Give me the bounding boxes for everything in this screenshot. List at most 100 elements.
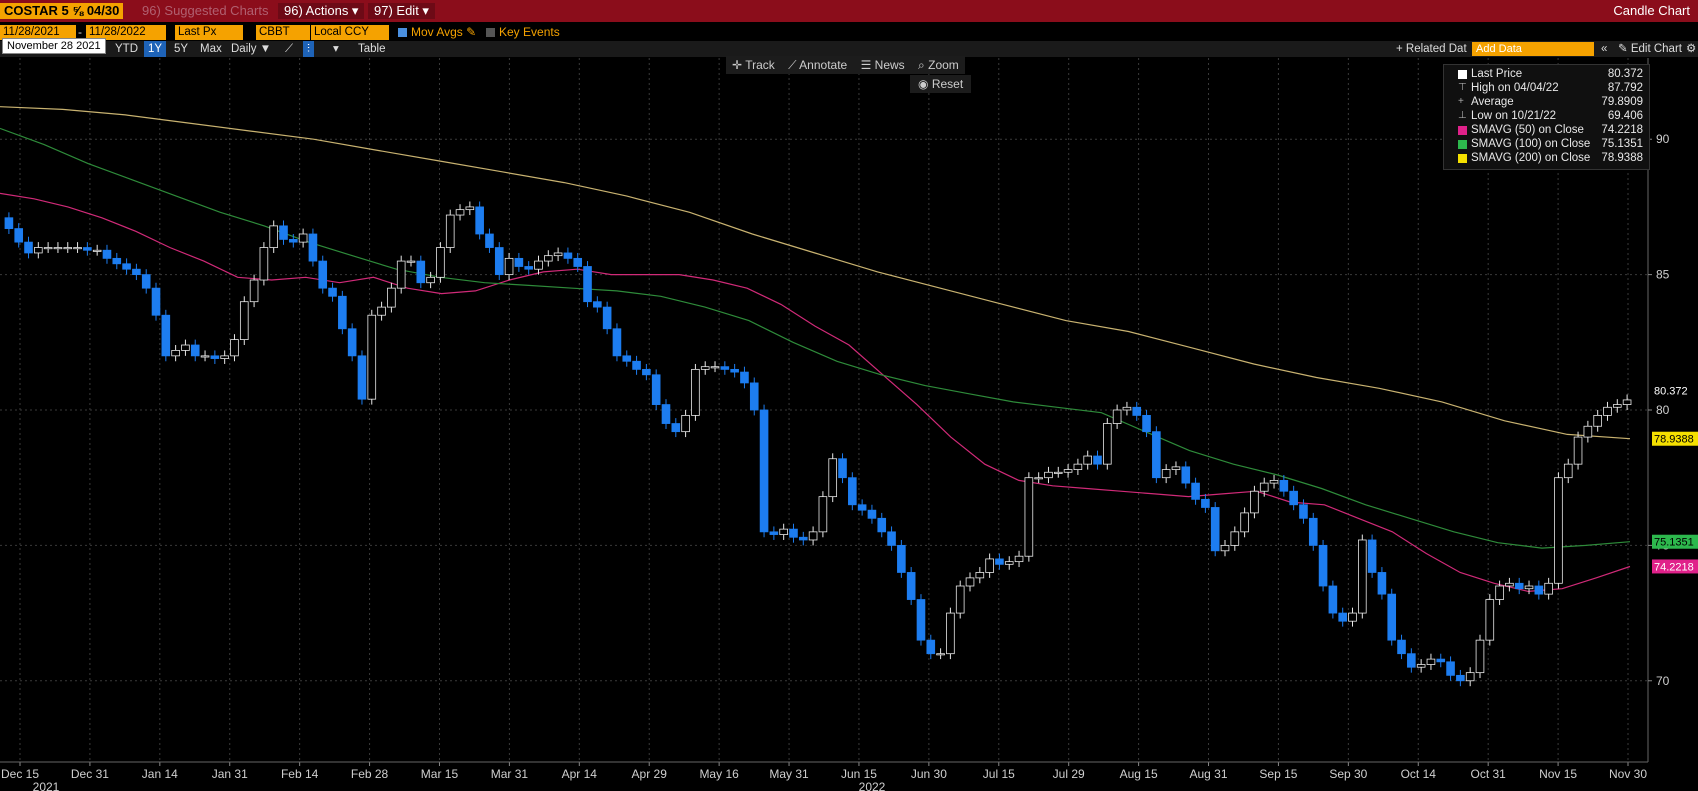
candle-body (720, 366, 730, 370)
x-tick-label: Oct 31 (1470, 767, 1506, 781)
candle-body (43, 247, 53, 250)
price-tag-label: 75.1351 (1654, 537, 1694, 549)
period-5y[interactable]: 5Y (174, 41, 188, 57)
candle-body (897, 544, 906, 573)
candle-body (1612, 404, 1622, 408)
candle-body (249, 279, 259, 303)
mov-avgs-label: Mov Avgs (411, 25, 463, 39)
candle-body (4, 217, 14, 229)
y-tick-label: 90 (1656, 132, 1670, 146)
candle-body (779, 528, 788, 535)
radio-icon: ◉ (918, 77, 929, 91)
source-field-select[interactable]: CBBT (256, 25, 310, 40)
pencil-icon[interactable]: ✎ (466, 25, 476, 39)
candle-body (818, 496, 828, 533)
candle-body (1583, 425, 1593, 438)
candle-body (132, 268, 141, 276)
edit-menu[interactable]: 97) Edit ▾ (368, 3, 435, 19)
candle-body (769, 531, 779, 535)
reset-button[interactable]: ◉ Reset (910, 75, 972, 93)
legend-marker-icon: ⊥ (1458, 110, 1467, 121)
candle-body (632, 360, 641, 370)
chart-legend[interactable]: Last Price 80.372 ⊤ High on 04/04/22 87.792 +… (1443, 64, 1650, 170)
candle-body (798, 536, 808, 541)
legend-value: 79.8909 (1601, 96, 1643, 108)
table-button[interactable]: Table (358, 41, 386, 57)
period-max[interactable]: Max (200, 41, 222, 57)
legend-value: 78.9388 (1601, 152, 1643, 164)
candle-body (1053, 471, 1063, 474)
price-field-select[interactable]: Last Px (175, 25, 243, 40)
legend-value: 80.372 (1607, 68, 1643, 80)
candle-body (92, 249, 102, 252)
chart-toolbar: ✛ Track ⟋ Annotate ☰ News ⌕ Zoom (726, 56, 965, 74)
candle-body (1220, 544, 1230, 552)
candle-body (1171, 466, 1181, 470)
candle-body (1495, 585, 1504, 600)
candle-body (740, 371, 749, 384)
candle-body (1230, 531, 1240, 546)
candle-body (1436, 658, 1446, 663)
legend-row: + Average 79.8909 (1444, 95, 1649, 109)
candle-body (1563, 463, 1573, 479)
candle-body (514, 257, 524, 267)
legend-swatch (1458, 70, 1467, 79)
candle-body (1416, 664, 1426, 668)
related-data-button[interactable]: + Related Dat (1396, 41, 1467, 57)
legend-row: SMAVG (200) on Close 78.9388 (1444, 151, 1649, 165)
pencil-icon: ✎ (1618, 43, 1628, 55)
checkbox-icon (398, 28, 407, 37)
collapse-icon[interactable]: « (1601, 41, 1607, 57)
track-button[interactable]: ✛ Track (732, 58, 775, 72)
legend-swatch (1458, 140, 1467, 149)
candle-body (642, 368, 651, 376)
candle-body (338, 295, 347, 330)
chart-title: Candle Chart (1613, 3, 1690, 18)
candle-body (1112, 409, 1122, 424)
candle-body (1201, 498, 1210, 508)
candle-body (848, 477, 857, 506)
candle-body (867, 509, 877, 519)
currency-select[interactable]: Local CCY (311, 25, 389, 40)
candle-body (1603, 406, 1612, 416)
candle-body (985, 558, 994, 573)
news-icon: ☰ (860, 58, 872, 72)
candle-body (1063, 469, 1073, 473)
zoom-button[interactable]: ⌕ Zoom (918, 58, 959, 72)
period-ytd[interactable]: YTD (115, 41, 138, 57)
ticker-field[interactable]: COSTAR 5 ⅝ 04/30 (0, 3, 124, 19)
annotate-button[interactable]: ⟋ Annotate (788, 58, 847, 72)
chevron-down-icon[interactable]: ▾ (333, 41, 339, 57)
mov-avgs-toggle[interactable]: Mov Avgs ✎ (398, 25, 476, 40)
candle-body (1299, 504, 1308, 519)
candle-body (1103, 423, 1112, 465)
key-events-label: Key Events (499, 25, 560, 39)
candle-body (24, 241, 33, 254)
frequency-select[interactable]: Daily ▼ (231, 41, 271, 57)
candle-body (161, 314, 171, 357)
legend-value: 74.2218 (1601, 124, 1643, 136)
actions-menu[interactable]: 96) Actions ▾ (278, 3, 365, 19)
suggested-charts-button[interactable]: 96) Suggested Charts (142, 3, 268, 19)
x-tick-label: Sep 15 (1259, 767, 1297, 781)
candle-chart-icon[interactable]: ⫶ (303, 41, 314, 57)
period-1y[interactable]: 1Y (144, 41, 167, 57)
candle-body (1024, 477, 1034, 557)
edit-chart-button[interactable]: ✎ Edit Chart (1618, 41, 1682, 57)
key-events-toggle[interactable]: Key Events (486, 25, 560, 40)
legend-label: Last Price (1471, 68, 1523, 80)
candle-body (1377, 572, 1387, 595)
add-data-input[interactable]: Add Data (1472, 42, 1594, 56)
candle-body (975, 572, 985, 579)
candle-body (14, 228, 24, 243)
candle-body (1210, 507, 1220, 552)
gear-icon[interactable]: ⚙ (1686, 41, 1696, 57)
news-button[interactable]: ☰ News (861, 58, 905, 72)
candle-body (445, 214, 455, 248)
line-chart-icon[interactable]: ⟋ (285, 41, 293, 57)
candle-body (485, 233, 494, 248)
candle-body (308, 233, 318, 262)
candle-body (926, 639, 936, 655)
candle-body (671, 423, 681, 433)
candle-body (1279, 479, 1289, 492)
